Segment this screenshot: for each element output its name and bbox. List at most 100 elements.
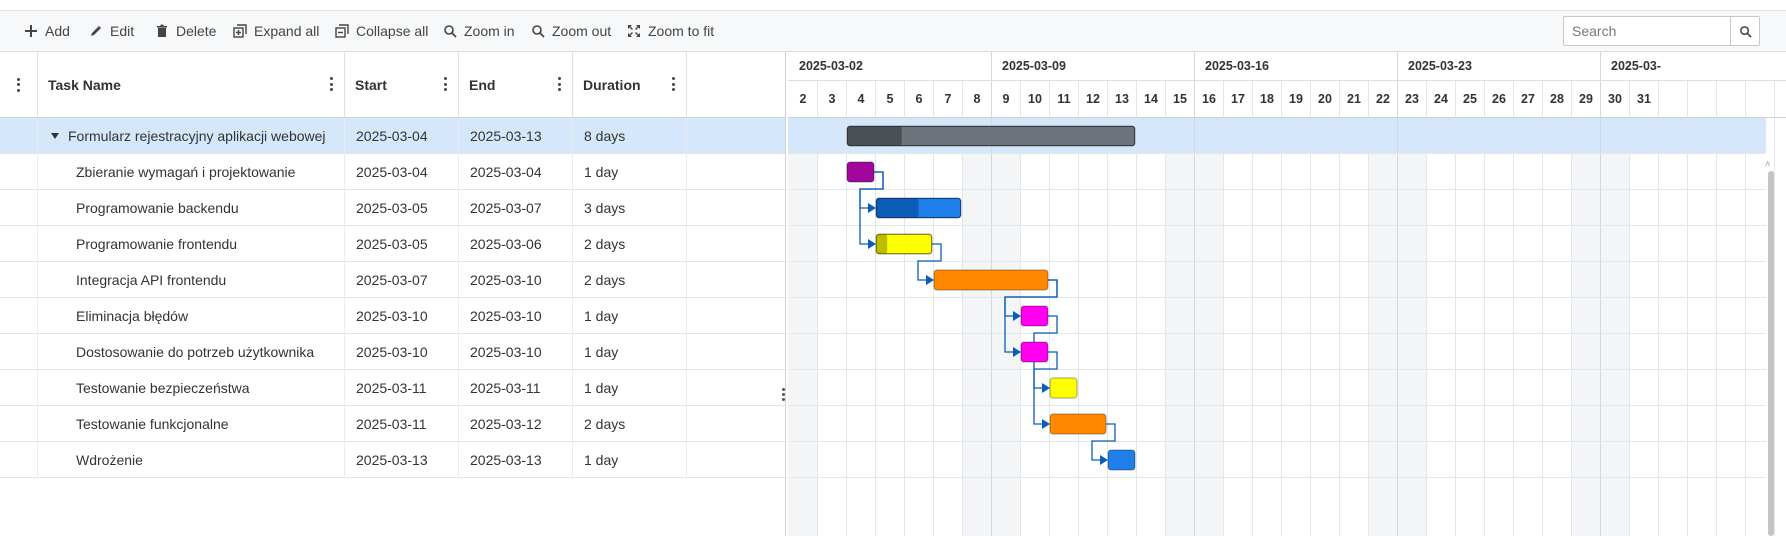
start-cell[interactable]: 2025-03-04 xyxy=(345,118,459,154)
zoom-to-fit-button[interactable]: Zoom to fit xyxy=(627,11,714,51)
end-cell[interactable]: 2025-03-10 xyxy=(459,334,573,370)
column-header-start[interactable]: Start xyxy=(345,52,459,117)
day-label: 31 xyxy=(1637,92,1651,106)
expand-all-button[interactable]: Expand all xyxy=(233,11,319,51)
search-input[interactable] xyxy=(1564,17,1744,45)
duration-cell[interactable]: 1 day xyxy=(573,154,687,190)
start-cell[interactable]: 2025-03-11 xyxy=(345,406,459,442)
column-header-end[interactable]: End xyxy=(459,52,573,117)
column-menu-icon[interactable] xyxy=(16,77,21,92)
start-cell[interactable]: 2025-03-04 xyxy=(345,154,459,190)
task-name-cell[interactable]: Formularz rejestracyjny aplikacji webowe… xyxy=(38,118,345,154)
day-label: 4 xyxy=(858,92,865,106)
task-bar[interactable] xyxy=(1020,305,1049,327)
day-label: 20 xyxy=(1318,92,1332,106)
grid-chart-splitter[interactable] xyxy=(780,52,788,536)
column-header-duration[interactable]: Duration xyxy=(573,52,687,117)
task-row[interactable]: Integracja API frontendu 2025-03-07 2025… xyxy=(0,262,785,298)
weekend-shade xyxy=(1165,117,1194,536)
task-bar[interactable] xyxy=(1107,449,1136,471)
column-menu-icon[interactable] xyxy=(330,77,334,91)
caret-down-icon[interactable] xyxy=(50,132,60,140)
day-label: 7 xyxy=(945,92,952,106)
end-cell[interactable]: 2025-03-11 xyxy=(459,370,573,406)
end-cell[interactable]: 2025-03-07 xyxy=(459,190,573,226)
scroll-up-icon[interactable]: ˄ xyxy=(1765,159,1770,169)
start-cell[interactable]: 2025-03-10 xyxy=(345,298,459,334)
task-row[interactable]: Programowanie backendu 2025-03-05 2025-0… xyxy=(0,190,785,226)
day-label: 13 xyxy=(1115,92,1129,106)
duration-cell[interactable]: 2 days xyxy=(573,226,687,262)
duration-cell[interactable]: 8 days xyxy=(573,118,687,154)
end-cell[interactable]: 2025-03-10 xyxy=(459,298,573,334)
start-cell[interactable]: 2025-03-05 xyxy=(345,190,459,226)
task-row[interactable]: Wdrożenie 2025-03-13 2025-03-13 1 day xyxy=(0,442,785,478)
duration-cell[interactable]: 1 day xyxy=(573,370,687,406)
task-name-cell[interactable]: Wdrożenie xyxy=(38,442,345,478)
search-button[interactable] xyxy=(1730,17,1759,45)
row-menu-header[interactable] xyxy=(0,52,38,117)
task-name-cell[interactable]: Dostosowanie do potrzeb użytkownika xyxy=(38,334,345,370)
task-bar[interactable] xyxy=(1020,341,1049,363)
gantt-app: Add Edit Delete Expand all Collapse all … xyxy=(0,10,1786,536)
column-menu-icon[interactable] xyxy=(672,77,676,91)
day-label: 30 xyxy=(1608,92,1622,106)
end-cell[interactable]: 2025-03-10 xyxy=(459,262,573,298)
task-row[interactable]: Formularz rejestracyjny aplikacji webowe… xyxy=(0,118,785,154)
pencil-icon xyxy=(91,26,101,36)
task-name-cell[interactable]: Testowanie bezpieczeństwa xyxy=(38,370,345,406)
task-row[interactable]: Zbieranie wymagań i projektowanie 2025-0… xyxy=(0,154,785,190)
day-label: 26 xyxy=(1492,92,1506,106)
start-cell[interactable]: 2025-03-11 xyxy=(345,370,459,406)
day-label: 29 xyxy=(1579,92,1593,106)
task-row[interactable]: Eliminacja błędów 2025-03-10 2025-03-10 … xyxy=(0,298,785,334)
task-name-cell[interactable]: Programowanie frontendu xyxy=(38,226,345,262)
task-bar[interactable] xyxy=(846,161,875,183)
column-header-task-name[interactable]: Task Name xyxy=(38,52,345,117)
delete-button[interactable]: Delete xyxy=(155,11,216,51)
task-bar[interactable] xyxy=(933,269,1049,291)
duration-cell[interactable]: 1 day xyxy=(573,298,687,334)
end-cell[interactable]: 2025-03-06 xyxy=(459,226,573,262)
task-row[interactable]: Dostosowanie do potrzeb użytkownika 2025… xyxy=(0,334,785,370)
start-cell[interactable]: 2025-03-13 xyxy=(345,442,459,478)
add-button[interactable]: Add xyxy=(24,11,70,51)
task-bar[interactable] xyxy=(1049,413,1107,435)
zoom-out-button[interactable]: Zoom out xyxy=(531,11,611,51)
end-cell[interactable]: 2025-03-12 xyxy=(459,406,573,442)
task-row[interactable]: Testowanie funkcjonalne 2025-03-11 2025-… xyxy=(0,406,785,442)
end-cell[interactable]: 2025-03-04 xyxy=(459,154,573,190)
zoom-in-button[interactable]: Zoom in xyxy=(443,11,515,51)
end-cell[interactable]: 2025-03-13 xyxy=(459,442,573,478)
task-name-cell[interactable]: Testowanie funkcjonalne xyxy=(38,406,345,442)
column-menu-icon[interactable] xyxy=(558,77,562,91)
duration-cell[interactable]: 3 days xyxy=(573,190,687,226)
dependency-arrow-icon xyxy=(868,203,876,213)
end-cell[interactable]: 2025-03-13 xyxy=(459,118,573,154)
collapse-all-button[interactable]: Collapse all xyxy=(335,11,428,51)
duration-cell[interactable]: 2 days xyxy=(573,262,687,298)
task-bar[interactable] xyxy=(1049,377,1078,399)
task-name-cell[interactable]: Zbieranie wymagań i projektowanie xyxy=(38,154,345,190)
search-icon xyxy=(1739,25,1752,38)
edit-button[interactable]: Edit xyxy=(89,11,134,51)
start-cell[interactable]: 2025-03-07 xyxy=(345,262,459,298)
splitter-handle-icon[interactable] xyxy=(782,388,785,403)
task-row[interactable]: Testowanie bezpieczeństwa 2025-03-11 202… xyxy=(0,370,785,406)
day-label: 9 xyxy=(1003,92,1010,106)
task-row[interactable]: Programowanie frontendu 2025-03-05 2025-… xyxy=(0,226,785,262)
start-cell[interactable]: 2025-03-05 xyxy=(345,226,459,262)
gantt-chart: 2025-03-02 2025-03-09 2025-03-16 2025-03-23… xyxy=(788,52,1786,536)
task-name-cell[interactable]: Eliminacja błędów xyxy=(38,298,345,334)
delete-label: Delete xyxy=(176,23,217,39)
day-label: 21 xyxy=(1347,92,1361,106)
duration-cell[interactable]: 1 day xyxy=(573,442,687,478)
trash-icon xyxy=(157,24,167,37)
duration-cell[interactable]: 2 days xyxy=(573,406,687,442)
task-name-cell[interactable]: Programowanie backendu xyxy=(38,190,345,226)
start-cell[interactable]: 2025-03-10 xyxy=(345,334,459,370)
column-menu-icon[interactable] xyxy=(444,77,448,91)
vertical-scrollbar[interactable] xyxy=(1768,171,1774,536)
duration-cell[interactable]: 1 day xyxy=(573,334,687,370)
task-name-cell[interactable]: Integracja API frontendu xyxy=(38,262,345,298)
